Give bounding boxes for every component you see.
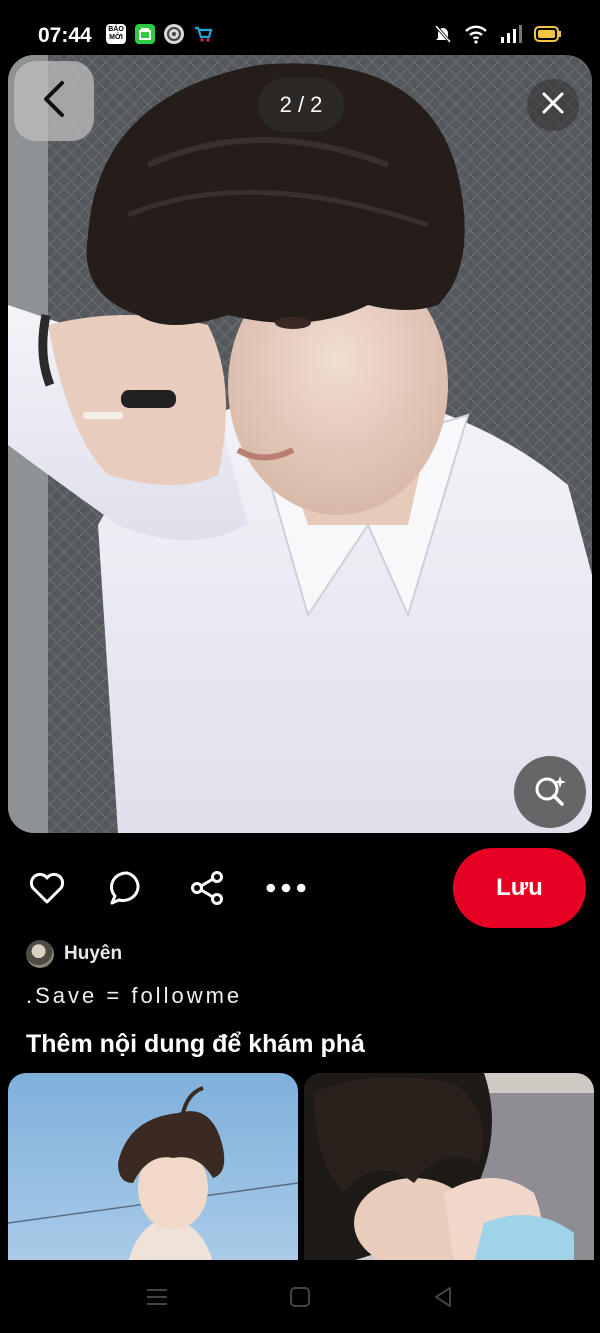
chevron-left-icon xyxy=(40,79,68,124)
visual-search-button[interactable] xyxy=(514,756,586,828)
related-pin-image xyxy=(304,1073,594,1263)
shopping-app-icon xyxy=(135,24,155,44)
pin-photo xyxy=(8,55,592,833)
mute-bell-icon xyxy=(434,24,452,49)
signal-icon xyxy=(500,24,522,49)
related-pin-image xyxy=(8,1073,298,1263)
wifi-icon xyxy=(464,24,488,49)
section-title: Thêm nội dung để khám phá xyxy=(26,1030,365,1058)
navigation-bar xyxy=(0,1260,600,1333)
more-icon[interactable] xyxy=(266,868,306,908)
back-button[interactable] xyxy=(14,61,94,141)
pin-image[interactable] xyxy=(8,55,592,833)
comment-icon[interactable] xyxy=(107,868,147,908)
bao-moi-app-icon: BÁO MỚI xyxy=(106,24,126,44)
home-square-icon[interactable] xyxy=(287,1284,313,1310)
related-pin-thumbnail[interactable] xyxy=(304,1073,594,1263)
share-icon[interactable] xyxy=(187,868,227,908)
author-name[interactable]: Huyên xyxy=(64,943,122,965)
compass-app-icon xyxy=(164,24,184,44)
close-button[interactable] xyxy=(527,79,579,131)
close-icon xyxy=(541,91,565,120)
notification-icons: BÁO MỚI xyxy=(106,24,213,44)
save-button[interactable]: Lưu xyxy=(453,848,586,928)
avatar[interactable] xyxy=(26,940,54,968)
page-counter: 2 / 2 xyxy=(258,78,344,132)
author-row[interactable]: Huyên xyxy=(26,940,122,968)
visual-search-icon xyxy=(532,772,568,813)
status-time: 07:44 xyxy=(38,24,92,47)
battery-icon xyxy=(534,25,562,48)
cart-app-icon xyxy=(193,24,213,44)
heart-icon[interactable] xyxy=(27,868,67,908)
related-pin-thumbnail[interactable] xyxy=(8,1073,298,1263)
pin-caption: .Save = followme xyxy=(26,983,243,1008)
back-triangle-icon[interactable] xyxy=(430,1284,456,1310)
menu-icon[interactable] xyxy=(144,1284,170,1310)
system-icons xyxy=(434,24,562,49)
